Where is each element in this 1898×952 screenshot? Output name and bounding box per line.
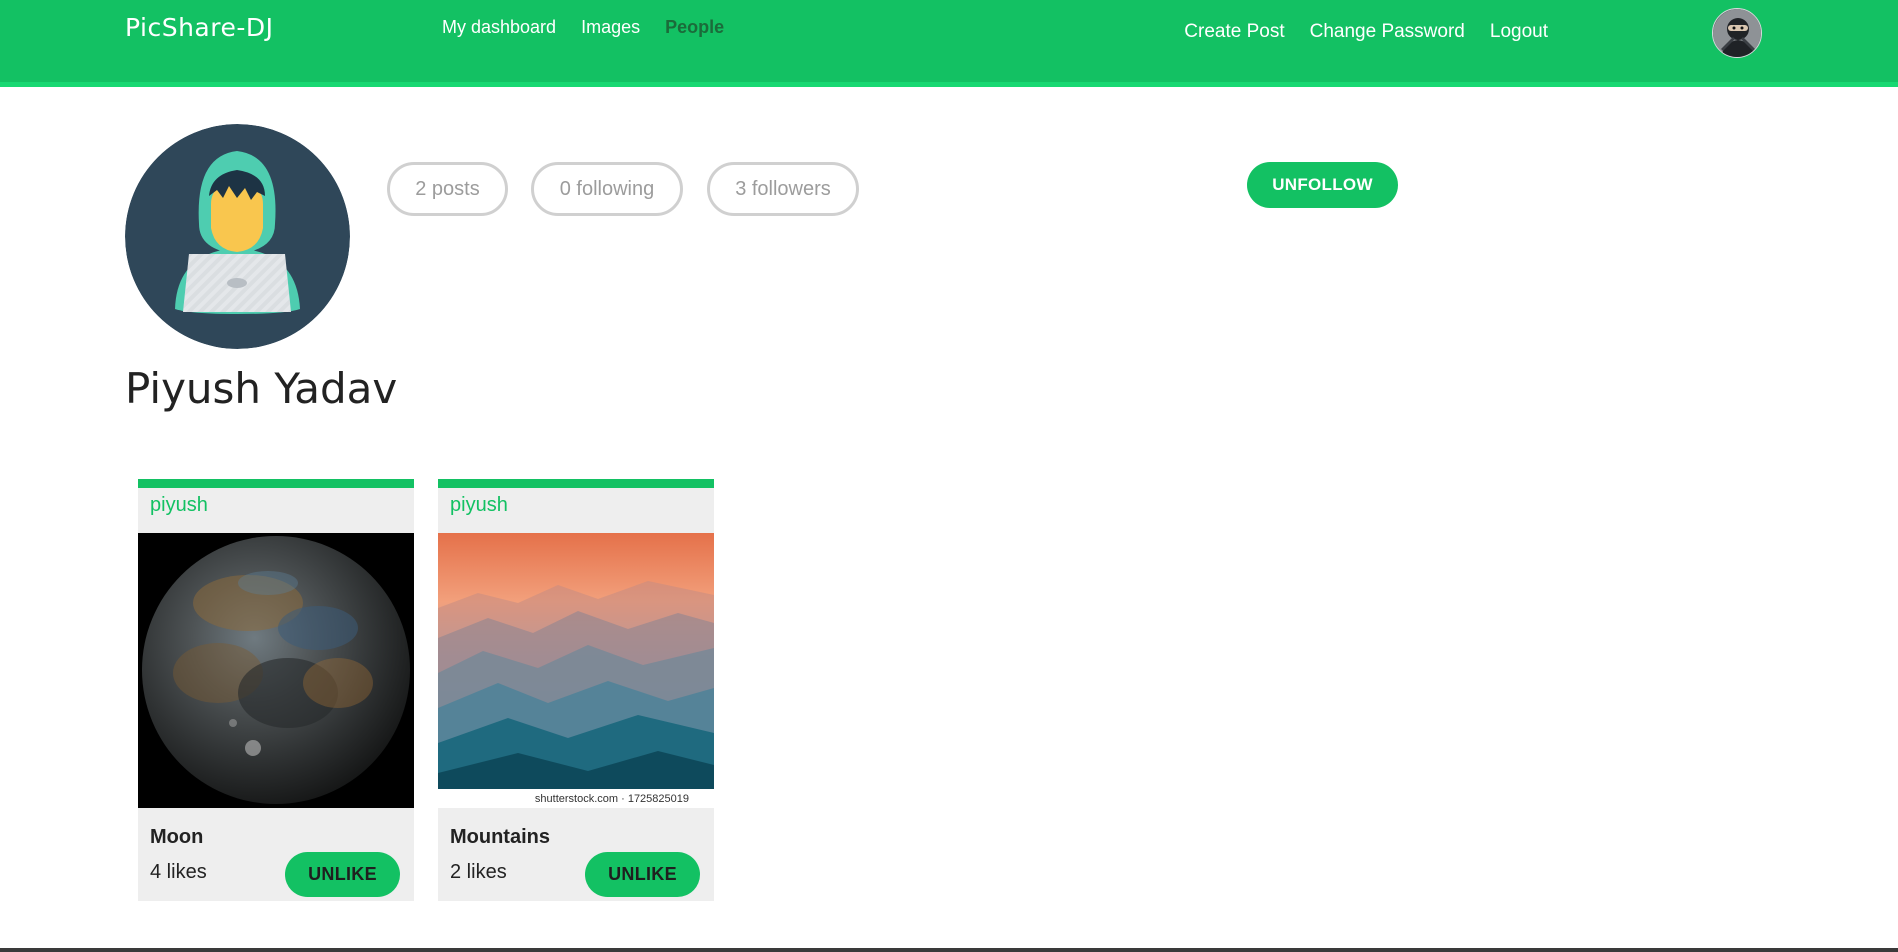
nav-images[interactable]: Images: [581, 17, 640, 38]
post-card: piyush shutterstock.com · 1725825019 Mou…: [438, 479, 714, 901]
post-likes-count: 2 likes: [450, 861, 507, 883]
moon-photo-image: [138, 533, 414, 808]
nav-logout[interactable]: Logout: [1490, 21, 1548, 43]
user-avatar[interactable]: [1712, 8, 1762, 58]
nav-people[interactable]: People: [665, 17, 724, 38]
mountains-photo-image: [438, 533, 714, 808]
post-author-link[interactable]: piyush: [450, 494, 508, 517]
brand-logo-link[interactable]: PicShare-DJ: [125, 13, 274, 42]
image-watermark: shutterstock.com · 1725825019: [438, 789, 714, 808]
bottom-divider: [0, 948, 1898, 952]
nav-create-post[interactable]: Create Post: [1184, 21, 1284, 43]
profile-avatar: [125, 124, 350, 349]
post-title: Moon: [150, 826, 204, 848]
post-title: Mountains: [450, 826, 550, 848]
post-image-moon[interactable]: [138, 533, 414, 808]
followers-count-pill[interactable]: 3 followers: [707, 162, 859, 216]
post-author-link[interactable]: piyush: [150, 494, 208, 517]
top-navbar: PicShare-DJ My dashboard Images People C…: [0, 0, 1898, 87]
following-count-pill[interactable]: 0 following: [531, 162, 683, 216]
post-card: piyush Moon 4 likes UNLIKE: [138, 479, 414, 901]
post-likes-count: 4 likes: [150, 861, 207, 883]
unfollow-button[interactable]: UNFOLLOW: [1247, 162, 1398, 208]
unlike-button[interactable]: UNLIKE: [585, 852, 700, 897]
nav-my-dashboard[interactable]: My dashboard: [442, 17, 556, 38]
unlike-button[interactable]: UNLIKE: [285, 852, 400, 897]
hacker-avatar-icon: [125, 124, 350, 349]
post-image-mountains[interactable]: shutterstock.com · 1725825019: [438, 533, 714, 808]
main-nav: My dashboard Images People: [442, 17, 724, 38]
account-nav: Create Post Change Password Logout: [1184, 21, 1548, 43]
ninja-avatar-icon: [1713, 9, 1761, 57]
nav-change-password[interactable]: Change Password: [1310, 21, 1465, 43]
profile-name: Piyush Yadav: [125, 364, 398, 413]
posts-count-pill[interactable]: 2 posts: [387, 162, 508, 216]
